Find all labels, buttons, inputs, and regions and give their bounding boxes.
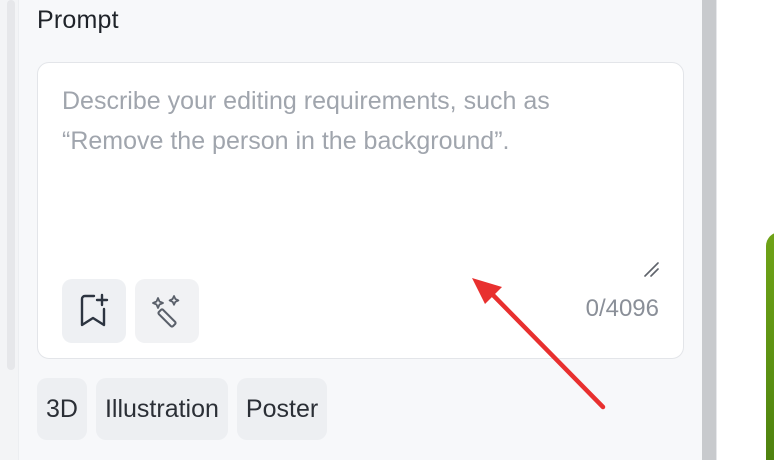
style-tags: 3D Illustration Poster (37, 378, 328, 440)
tag-3d[interactable]: 3D (37, 378, 87, 440)
panel-scrollbar[interactable] (702, 0, 716, 460)
left-scrollbar-thumb[interactable] (7, 0, 15, 370)
magic-wand-icon (152, 295, 180, 328)
character-counter: 0/4096 (585, 295, 659, 322)
prompt-textarea[interactable] (62, 81, 652, 261)
resize-handle-icon[interactable] (643, 261, 659, 277)
prompt-box: 0/4096 (37, 62, 684, 359)
enhance-prompt-button[interactable] (135, 279, 199, 343)
prompt-panel: Prompt 0/4096 (18, 0, 703, 460)
tag-illustration[interactable]: Illustration (95, 378, 228, 440)
image-preview (766, 232, 774, 460)
save-prompt-button[interactable] (62, 279, 126, 343)
tag-poster[interactable]: Poster (236, 378, 328, 440)
bookmark-add-icon (80, 293, 109, 327)
prompt-section-title: Prompt (37, 6, 119, 34)
left-gutter (0, 0, 18, 460)
app-stage: Prompt 0/4096 (0, 0, 774, 460)
